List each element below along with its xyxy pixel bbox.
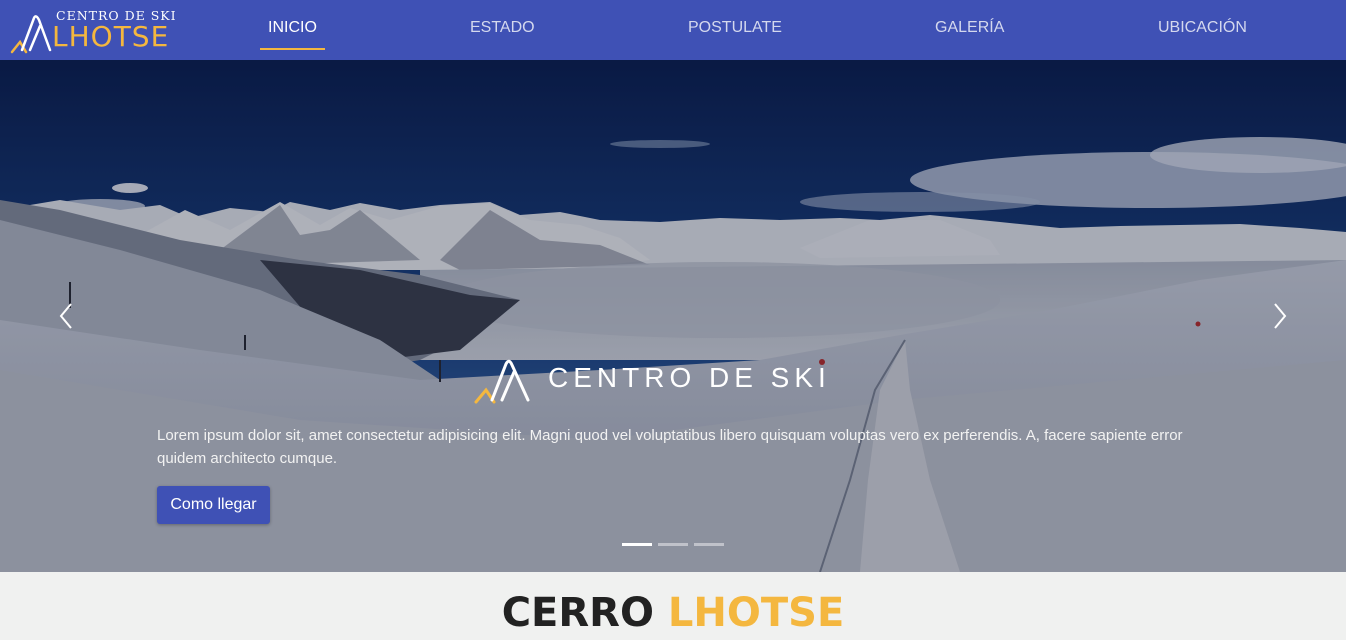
brand-logo-link[interactable]: CENTRO DE SKI LHOTSE [8,6,188,54]
top-navbar: CENTRO DE SKI LHOTSE INICIO ESTADO POSTU… [0,0,1346,60]
carousel-prev-button[interactable] [48,296,84,336]
section-title-part1: CERRO [501,590,654,636]
carousel-caption-title: CENTRO DE SKI [548,362,831,393]
nav-item-inicio[interactable]: INICIO [260,0,325,60]
carousel-indicator-3[interactable] [694,543,724,546]
nav-item-estado[interactable]: ESTADO [470,0,535,60]
nav-item-postulate[interactable]: POSTULATE [688,0,782,60]
section-title-part2: LHOTSE [667,590,845,636]
carousel-indicator-2[interactable] [658,543,688,546]
hero-carousel: CENTRO DE SKI Lorem ipsum dolor sit, ame… [0,60,1346,572]
chevron-left-icon [59,303,72,329]
nav-item-ubicacion[interactable]: UBICACIÓN [1158,0,1247,60]
carousel-indicators [622,543,724,547]
ski-logo-icon [474,359,530,404]
section-title: CERRO LHOTSE [0,590,1346,636]
ski-logo-icon [10,15,52,54]
carousel-next-button[interactable] [1262,296,1298,336]
carousel-indicator-1[interactable] [622,543,652,546]
brand-name: LHOTSE [52,20,170,53]
nav-item-galeria[interactable]: GALERÍA [935,0,1004,60]
carousel-caption-text: Lorem ipsum dolor sit, amet consectetur … [157,427,1183,467]
chevron-right-icon [1274,303,1287,329]
como-llegar-button[interactable]: Como llegar [157,486,270,524]
